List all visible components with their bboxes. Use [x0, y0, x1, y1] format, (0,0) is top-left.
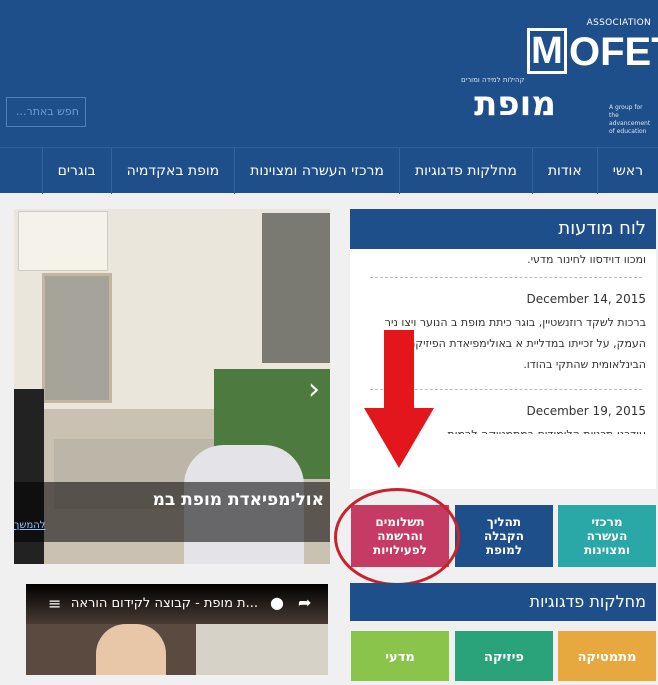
- video-thumbnail-bg: [196, 624, 328, 675]
- slider-next-icon[interactable]: ›: [308, 375, 320, 405]
- search-input[interactable]: חפש באתר...: [6, 97, 86, 127]
- logo-m-box: M: [527, 28, 567, 74]
- nav-item-about[interactable]: אודות: [531, 147, 597, 194]
- video-thumbnail-person: [96, 624, 166, 675]
- slide-caption-title: אולימפיאדת מופת במ: [152, 490, 324, 510]
- notice-board-title: לוח מודעות: [350, 209, 656, 249]
- logo-tagline: A group for the advancement of education: [609, 104, 651, 135]
- slide-portrait: [262, 213, 330, 363]
- slide-caption: אולימפיאדת מופת במ להמשך: [14, 482, 330, 542]
- dept-science-button[interactable]: מדעי: [351, 631, 449, 681]
- logo-small-hebrew: קהילות למידה ומורים: [461, 76, 525, 84]
- site-logo[interactable]: ASSOCIATION M OFET קהילות למידה ומורים מ…: [455, 12, 658, 135]
- nav-item-academy[interactable]: מופת באקדמיה: [110, 147, 235, 194]
- hero-slider[interactable]: › אולימפיאדת מופת במ להמשך: [14, 209, 330, 564]
- admission-process-button[interactable]: תהליך הקבלה למופת: [455, 505, 553, 567]
- enrichment-centers-button[interactable]: מרכזי העשרה ומצוינות: [558, 505, 656, 567]
- video-player[interactable]: ≡ ...ת מופת - קבוצה לקידום הוראה ● ➦: [26, 584, 328, 675]
- nav-item-home[interactable]: ראשי: [596, 147, 658, 194]
- red-arrow-icon: [364, 330, 434, 468]
- dept-physics-button[interactable]: פיזיקה: [455, 631, 553, 681]
- logo-brand-latin: OFET: [569, 30, 658, 74]
- site-header: חפש באתר... ASSOCIATION M OFET קהילות למ…: [0, 0, 658, 147]
- logo-association: ASSOCIATION: [586, 18, 651, 28]
- departments-title: מחלקות פדגוגיות: [350, 583, 656, 621]
- video-title[interactable]: ...ת מופת - קבוצה לקידום הוראה: [71, 596, 258, 611]
- news-date: December 14, 2015: [526, 292, 646, 306]
- nav-item-enrichment[interactable]: מרכזי העשרה ומצוינות: [234, 147, 399, 194]
- dept-math-button[interactable]: מתמטיקה: [558, 631, 656, 681]
- highlight-circle: [334, 488, 460, 586]
- nav-item-departments[interactable]: מחלקות פדגוגיות: [398, 147, 532, 194]
- playlist-icon[interactable]: ≡: [48, 594, 61, 613]
- share-icon[interactable]: ➦: [298, 593, 311, 612]
- news-cut-text: ומכון דוידסון לחינוך מדעי.: [527, 253, 646, 263]
- main-nav: ראשי אודות מחלקות פדגוגיות מרכזי העשרה ו…: [0, 147, 658, 194]
- nav-item-alumni[interactable]: בוגרים: [41, 147, 111, 194]
- logo-brand-hebrew: מופת: [474, 84, 556, 124]
- slide-poster: [18, 211, 108, 271]
- watch-later-icon[interactable]: ●: [270, 593, 284, 612]
- slide-read-more-link[interactable]: להמשך: [14, 520, 45, 531]
- slide-board: [42, 273, 112, 403]
